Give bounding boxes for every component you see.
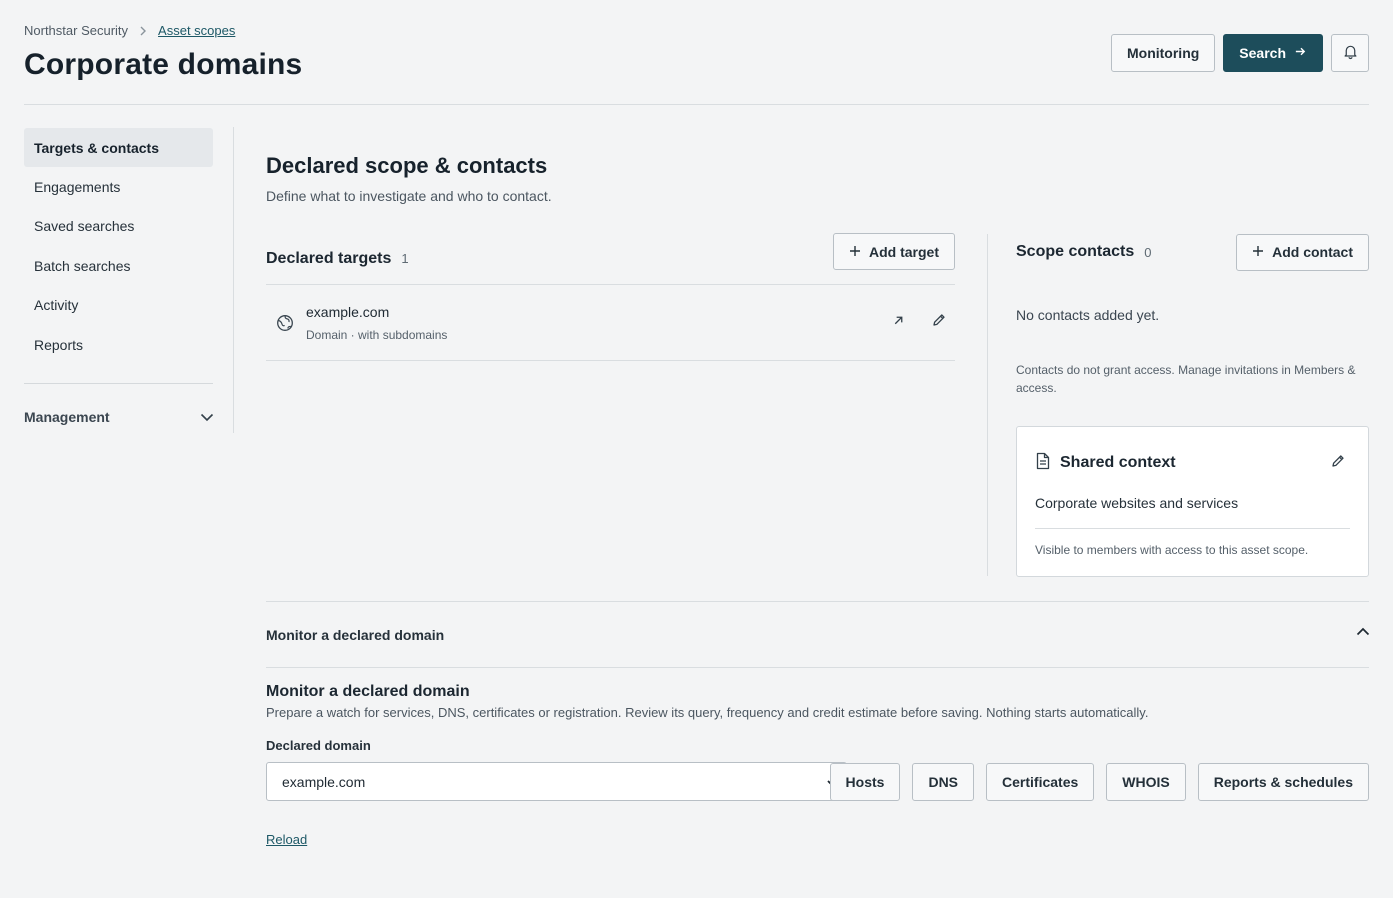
sidebar-border (233, 127, 234, 433)
monitor-accordion-toggle[interactable]: Monitor a declared domain (266, 601, 1372, 668)
edit-shared-context-button[interactable] (1326, 451, 1350, 475)
sidebar-item-batch-searches[interactable]: Batch searches (24, 246, 213, 286)
arrow-right-icon (1294, 45, 1307, 61)
pencil-icon (1330, 453, 1346, 474)
header-actions: Monitoring Search (1110, 34, 1369, 72)
dns-button[interactable]: DNS (912, 763, 975, 801)
declared-targets-label: Declared targets (266, 249, 392, 267)
monitor-title: Monitor a declared domain (266, 683, 470, 700)
page: Northstar Security Asset scopes Corporat… (0, 0, 1393, 898)
shared-context-label: Shared context (1060, 454, 1176, 471)
bell-icon (1342, 43, 1359, 63)
target-meta: Domain · with subdomains (306, 327, 448, 342)
add-target-label: Add target (869, 243, 939, 260)
scope-contacts-count: 0 (1144, 244, 1152, 260)
scope-contacts: Scope contacts 0 Add contact No contacts… (1016, 233, 1369, 397)
sidebar-item-activity[interactable]: Activity (24, 286, 213, 326)
search-button-label: Search (1239, 45, 1286, 61)
target-name: example.com (306, 303, 390, 320)
monitor-accordion-label: Monitor a declared domain (266, 626, 445, 643)
target-info: example.com Domain · with subdomains (306, 304, 869, 342)
sidebar-item-targets-contacts[interactable]: Targets & contacts (24, 128, 213, 167)
add-contact-label: Add contact (1272, 244, 1353, 260)
contacts-access-note: Contacts do not grant access. Manage inv… (1016, 363, 1356, 395)
open-target-button[interactable] (886, 311, 910, 335)
scope-contacts-title: Scope contacts 0 (1016, 243, 1152, 261)
plus-icon (1252, 244, 1264, 260)
chevron-up-icon (1354, 623, 1372, 641)
globe-icon (276, 314, 294, 332)
declared-targets-count: 1 (401, 251, 409, 266)
chevron-right-icon (136, 24, 150, 38)
sidebar-divider (24, 382, 213, 384)
header-divider (24, 104, 1369, 105)
sidebar-item-engagements[interactable]: Engagements (24, 167, 213, 207)
shared-context-title: Shared context (1035, 452, 1176, 475)
pencil-icon (931, 312, 947, 333)
sidebar-item-reports[interactable]: Reports (24, 325, 213, 365)
declared-domain-value: example.com (282, 773, 366, 790)
notifications-button[interactable] (1331, 34, 1369, 72)
shared-context-header: Shared context (1035, 451, 1350, 475)
shared-context-body: Corporate websites and services (1035, 495, 1350, 529)
breadcrumb-root[interactable]: Northstar Security (24, 23, 128, 38)
column-divider (987, 234, 988, 576)
shared-context-footer: Visible to members with access to this a… (1035, 543, 1309, 557)
section-description: Define what to investigate and who to co… (266, 188, 552, 204)
breadcrumb-current[interactable]: Asset scopes (158, 23, 235, 38)
sidebar-management-label: Management (24, 408, 110, 425)
monitor-type-buttons: Hosts DNS Certificates WHOIS Reports & s… (829, 763, 1369, 801)
sidebar-management-toggle[interactable]: Management (24, 408, 216, 426)
declared-targets-title: Declared targets 1 (266, 250, 409, 268)
breadcrumb: Northstar Security Asset scopes (24, 23, 235, 38)
hosts-button[interactable]: Hosts (829, 763, 901, 801)
reload-link[interactable]: Reload (266, 832, 307, 847)
declared-targets: Declared targets 1 Add target example.co… (266, 233, 955, 361)
search-button[interactable]: Search (1223, 34, 1323, 72)
whois-button[interactable]: WHOIS (1106, 763, 1186, 801)
scope-contacts-label: Scope contacts (1016, 243, 1135, 260)
section-title: Declared scope & contacts (266, 153, 548, 178)
monitor-description: Prepare a watch for services, DNS, certi… (266, 705, 1149, 720)
table-row: example.com Domain · with subdomains (266, 285, 955, 361)
add-contact-button[interactable]: Add contact (1236, 233, 1369, 271)
sidebar-item-saved-searches[interactable]: Saved searches (24, 207, 213, 247)
plus-icon (849, 244, 861, 260)
external-link-icon (892, 314, 905, 332)
scope-contacts-header: Scope contacts 0 Add contact (1016, 233, 1369, 271)
declared-domain-select[interactable]: example.com (266, 762, 847, 801)
sidebar: Targets & contacts Engagements Saved sea… (24, 128, 216, 426)
monitoring-button-label: Monitoring (1126, 45, 1200, 61)
add-target-button[interactable]: Add target (833, 233, 955, 270)
page-title: Corporate domains (24, 48, 303, 81)
certificates-button[interactable]: Certificates (986, 763, 1095, 801)
reports-schedules-button[interactable]: Reports & schedules (1197, 763, 1369, 801)
shared-context-card: Shared context Corporate websites and se… (1016, 426, 1369, 577)
contacts-empty-state: No contacts added yet. (1016, 307, 1160, 323)
edit-target-button[interactable] (927, 311, 951, 335)
monitoring-button[interactable]: Monitoring (1110, 34, 1216, 72)
declared-domain-label: Declared domain (266, 738, 371, 753)
declared-targets-header: Declared targets 1 Add target (266, 233, 955, 285)
document-icon (1035, 452, 1051, 475)
chevron-down-icon (198, 408, 216, 426)
